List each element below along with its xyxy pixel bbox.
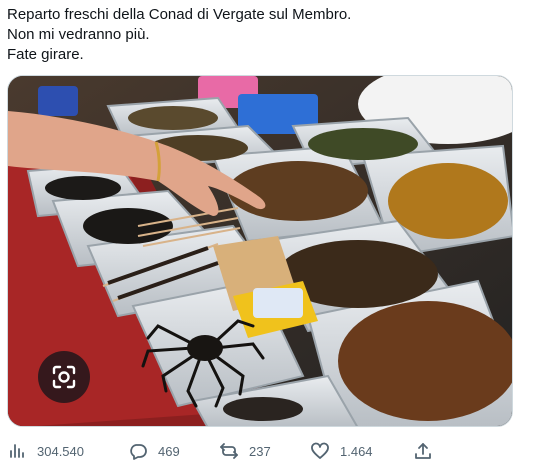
tweet-action-bar: 304.540 469 237 1.464 bbox=[0, 436, 534, 465]
like-button[interactable]: 1.464 bbox=[311, 436, 373, 465]
views-count: 304.540 bbox=[37, 443, 84, 459]
reply-bubble-icon bbox=[130, 444, 147, 460]
tweet-line: Reparto freschi della Conad di Vergate s… bbox=[7, 6, 352, 23]
tweet-text: Reparto freschi della Conad di Vergate s… bbox=[7, 5, 527, 65]
tweet-line: Fate girare. bbox=[7, 46, 84, 63]
retweet-icon bbox=[220, 443, 238, 459]
share-upload-icon bbox=[415, 443, 431, 459]
tweet-photo[interactable] bbox=[7, 75, 513, 427]
tweet-line: Non mi vedranno più. bbox=[7, 26, 150, 43]
reply-count: 469 bbox=[158, 443, 180, 459]
share-button[interactable] bbox=[414, 436, 443, 465]
views-chart-icon bbox=[10, 444, 24, 458]
reply-button[interactable]: 469 bbox=[129, 436, 180, 465]
visual-search-icon bbox=[52, 365, 76, 389]
like-count: 1.464 bbox=[340, 443, 373, 459]
heart-icon bbox=[311, 442, 329, 459]
visual-search-button[interactable] bbox=[38, 351, 90, 403]
retweet-count: 237 bbox=[249, 443, 271, 459]
views-button[interactable]: 304.540 bbox=[8, 436, 84, 465]
retweet-button[interactable]: 237 bbox=[220, 436, 271, 465]
